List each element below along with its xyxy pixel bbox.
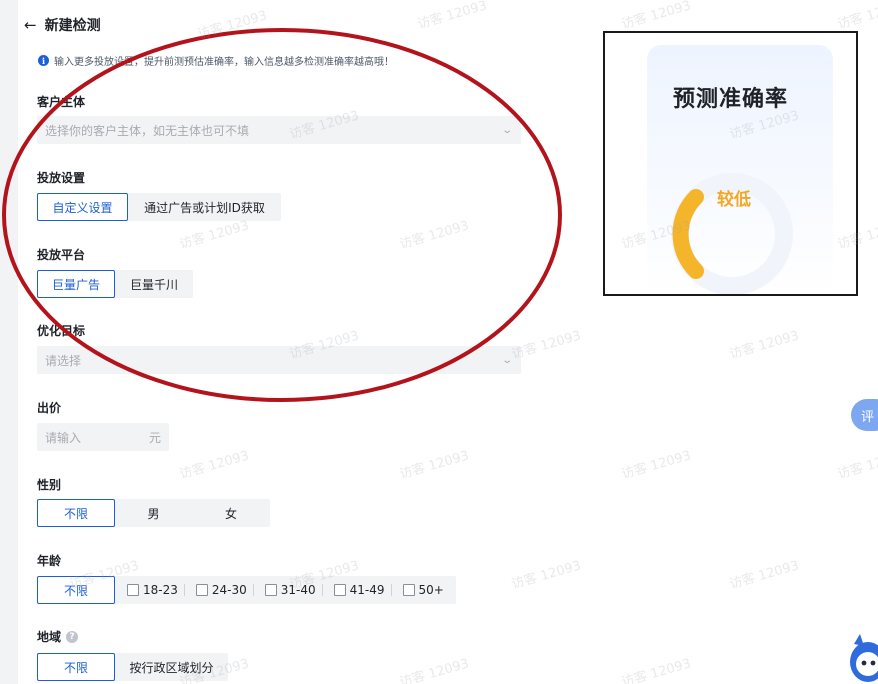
optimize-goal-label: 优化目标 — [37, 324, 86, 338]
checkbox[interactable] — [127, 584, 139, 596]
floating-feedback-button[interactable]: 评 — [851, 399, 878, 431]
bid-unit: 元 — [148, 430, 161, 445]
region-by-admin[interactable]: 按行政区域划分 — [115, 653, 228, 681]
platform-label: 投放平台 — [37, 248, 86, 262]
bid-input[interactable]: 请输入 元 — [37, 423, 169, 451]
age-label: 年龄 — [37, 554, 62, 568]
left-rail — [0, 0, 18, 684]
platform-juliang-ad[interactable]: 巨量广告 — [37, 270, 115, 298]
info-icon: i — [38, 55, 49, 66]
platform-segment: 巨量广告 巨量千川 — [37, 270, 193, 298]
age-option[interactable]: 18-23 — [115, 576, 184, 604]
watermark: 访客 12093 — [195, 8, 269, 43]
arrow-left-icon[interactable]: ← — [24, 17, 37, 33]
bid-label: 出价 — [37, 401, 62, 415]
gender-segment: 不限 男 女 — [37, 499, 270, 527]
delivery-setting-custom[interactable]: 自定义设置 — [37, 193, 128, 221]
tip-text: 输入更多投放设置，提升前测预估准确率，输入信息越多检测准确率越高哦！ — [54, 57, 394, 68]
age-option[interactable]: 50+ — [390, 576, 456, 604]
chevron-down-icon: ⌄ — [500, 124, 513, 136]
watermark: 访客 12093 — [397, 218, 471, 253]
age-option[interactable]: 31-40 — [252, 576, 322, 604]
bid-placeholder: 请输入 — [45, 430, 82, 445]
region-label: 地域 ? — [37, 628, 79, 645]
optimize-goal-placeholder: 请选择 — [45, 353, 82, 368]
accuracy-title: 预测准确率 — [672, 87, 788, 112]
age-selector: 不限 18-23 24-30 31-40 41-49 50+ — [37, 576, 456, 604]
watermark: 访客 12093 — [619, 448, 693, 483]
watermark: 访客 12093 — [835, 448, 878, 483]
watermark: 访客 12093 — [415, 0, 489, 33]
watermark: 访客 12093 — [727, 328, 801, 363]
region-segment: 不限 按行政区域划分 — [37, 653, 228, 681]
delivery-setting-segment: 自定义设置 通过广告或计划ID获取 — [37, 193, 281, 221]
checkbox[interactable] — [333, 584, 346, 596]
page-title: 新建检测 — [44, 18, 101, 34]
gender-any[interactable]: 不限 — [37, 499, 115, 527]
watermark: 访客 12093 — [727, 558, 801, 593]
tip-banner: i 输入更多投放设置，提升前测预估准确率，输入信息越多检测准确率越高哦！ — [38, 53, 394, 68]
age-option[interactable]: 41-49 — [321, 576, 391, 604]
customer-select[interactable]: 选择你的客户主体，如无主体也可不填 ⌄ — [37, 116, 521, 144]
customer-placeholder: 选择你的客户主体，如无主体也可不填 — [45, 123, 250, 138]
watermark: 访客 12093 — [835, 0, 878, 33]
checkbox[interactable] — [402, 584, 415, 596]
accuracy-preview-panel: 预测准确率 较低 — [603, 31, 858, 296]
gender-male[interactable]: 男 — [115, 499, 192, 527]
watermark: 访客 12093 — [619, 656, 693, 684]
delivery-setting-label: 投放设置 — [37, 171, 86, 185]
gender-label: 性别 — [37, 478, 62, 492]
watermark: 访客 12093 — [619, 0, 693, 33]
customer-label: 客户主体 — [37, 95, 86, 109]
watermark: 访客 12093 — [397, 448, 471, 483]
chevron-down-icon: ⌄ — [500, 354, 513, 366]
question-icon[interactable]: ? — [66, 630, 79, 643]
accuracy-level: 较低 — [717, 190, 751, 210]
checkbox[interactable] — [264, 584, 277, 596]
watermark: 访客 12093 — [177, 448, 251, 483]
mascot-icon[interactable] — [846, 630, 878, 684]
page-header: ← 新建检测 — [24, 14, 101, 36]
watermark: 访客 12093 — [397, 656, 471, 684]
watermark: 访客 12093 — [509, 558, 583, 593]
optimize-goal-select[interactable]: 请选择 ⌄ — [37, 346, 521, 374]
platform-qianchuan[interactable]: 巨量千川 — [115, 270, 193, 298]
age-option[interactable]: 24-30 — [183, 576, 253, 604]
region-any[interactable]: 不限 — [37, 653, 115, 681]
delivery-setting-by-id[interactable]: 通过广告或计划ID获取 — [128, 193, 281, 221]
age-any[interactable]: 不限 — [37, 576, 115, 604]
gender-female[interactable]: 女 — [192, 499, 270, 527]
checkbox[interactable] — [195, 584, 208, 596]
